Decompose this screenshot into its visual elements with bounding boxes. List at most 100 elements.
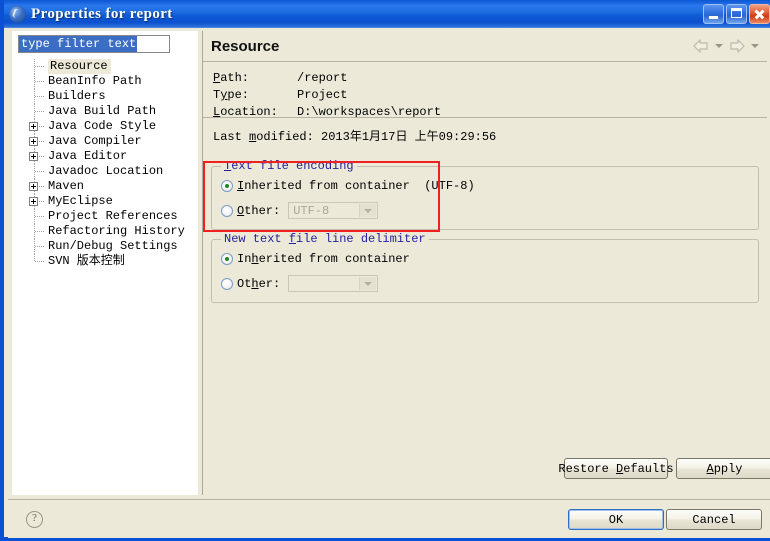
tree-item[interactable]: Run/Debug Settings bbox=[12, 239, 198, 254]
tree-item[interactable]: Builders bbox=[12, 89, 198, 104]
tree-item-label: Run/Debug Settings bbox=[48, 239, 178, 253]
tree-connector-horizontal bbox=[35, 171, 44, 172]
last-modified-label: Last modified: bbox=[213, 130, 322, 144]
encoding-combo-value: UTF-8 bbox=[293, 203, 330, 218]
window-title: Properties for report bbox=[31, 5, 173, 22]
last-modified-row: Last modified: 2013年1月17日 上午09:29:56 bbox=[213, 127, 496, 144]
encoding-other-label: Other: bbox=[237, 203, 281, 218]
tree-item-label: SVN 版本控制 bbox=[48, 254, 125, 268]
tree-connector-horizontal bbox=[35, 246, 44, 247]
delimiter-inherited-label: Inherited from container bbox=[237, 252, 410, 266]
tree-item[interactable]: Project References bbox=[12, 209, 198, 224]
tree-item[interactable]: Java Code Style bbox=[12, 119, 198, 134]
back-arrow-icon[interactable] bbox=[691, 37, 711, 55]
line-delimiter-group: New text file line delimiter Inherited f… bbox=[211, 232, 759, 303]
close-icon[interactable] bbox=[749, 4, 770, 24]
tree-item[interactable]: Java Compiler bbox=[12, 134, 198, 149]
encoding-other-option[interactable]: Other: UTF-8 bbox=[221, 202, 379, 219]
text-file-encoding-group: Text file encoding Inherited from contai… bbox=[211, 159, 759, 230]
expand-plus-icon[interactable] bbox=[29, 152, 38, 161]
tree-item-label: Javadoc Location bbox=[48, 164, 164, 178]
help-icon[interactable]: ? bbox=[26, 511, 43, 528]
forward-chevron-down-icon[interactable] bbox=[751, 44, 759, 48]
forward-arrow-icon[interactable] bbox=[727, 37, 747, 55]
apply-button[interactable]: Apply bbox=[676, 458, 770, 479]
path-value: /report bbox=[297, 71, 348, 85]
dialog-footer: ? OK Cancel bbox=[8, 499, 770, 538]
tree-connector-horizontal bbox=[35, 261, 44, 262]
page-nav bbox=[691, 37, 759, 55]
type-row: Type: Project bbox=[213, 88, 347, 102]
tree-connector-horizontal bbox=[35, 231, 44, 232]
maximize-icon[interactable] bbox=[726, 4, 747, 24]
expand-plus-icon[interactable] bbox=[29, 182, 38, 191]
restore-defaults-button[interactable]: Restore Defaults bbox=[558, 458, 674, 479]
delimiter-inherited-option[interactable]: Inherited from container bbox=[221, 252, 410, 266]
tree-connector-horizontal bbox=[35, 66, 44, 67]
properties-icon bbox=[9, 5, 26, 23]
filter-text-value: type filter text bbox=[19, 36, 138, 52]
dialog-client-area: type filter text Resource BeanInfo Path Bu… bbox=[8, 28, 770, 538]
expand-plus-icon[interactable] bbox=[29, 197, 38, 206]
ok-button[interactable]: OK bbox=[568, 509, 664, 530]
tree-item-label: Java Compiler bbox=[48, 134, 142, 148]
tree-item-label: Java Code Style bbox=[48, 119, 157, 133]
type-value: Project bbox=[297, 88, 348, 102]
radio-selected-icon[interactable] bbox=[221, 180, 233, 192]
encoding-inherited-label: Inherited from container (UTF-8) bbox=[237, 179, 475, 193]
tree-item-label: MyEclipse bbox=[48, 194, 113, 208]
tree-item-label: Builders bbox=[48, 89, 106, 103]
settings-tree[interactable]: Resource BeanInfo Path Builders Java Build … bbox=[12, 59, 198, 269]
delimiter-other-label: Other: bbox=[237, 276, 281, 291]
back-chevron-down-icon[interactable] bbox=[715, 44, 723, 48]
encoding-inherited-option[interactable]: Inherited from container (UTF-8) bbox=[221, 179, 475, 193]
path-row: Path: /report bbox=[213, 71, 347, 85]
chevron-down-icon[interactable] bbox=[359, 204, 377, 217]
last-modified-value: 2013年1月17日 上午09:29:56 bbox=[321, 130, 497, 144]
tree-item-label: Project References bbox=[48, 209, 178, 223]
title-bar[interactable]: Properties for report bbox=[4, 0, 770, 28]
info-divider bbox=[203, 117, 767, 118]
window-controls bbox=[703, 4, 770, 24]
minimize-icon[interactable] bbox=[703, 4, 724, 24]
delimiter-combo[interactable] bbox=[288, 275, 379, 292]
tree-item[interactable]: Javadoc Location bbox=[12, 164, 198, 179]
type-label: Type: bbox=[213, 88, 250, 102]
properties-dialog: Properties for report type filter text R… bbox=[0, 0, 770, 541]
tree-item-label: Java Build Path bbox=[48, 104, 157, 118]
search-input[interactable]: type filter text bbox=[18, 35, 170, 53]
expand-plus-icon[interactable] bbox=[29, 122, 38, 131]
window-frame: Properties for report type filter text R… bbox=[0, 0, 770, 541]
tree-item[interactable]: Maven bbox=[12, 179, 198, 194]
tree-item[interactable]: Java Editor bbox=[12, 149, 198, 164]
tree-item-label: Resource bbox=[48, 59, 111, 74]
radio-selected-icon[interactable] bbox=[221, 253, 233, 265]
page-title: Resource bbox=[211, 38, 280, 55]
tree-item[interactable]: BeanInfo Path bbox=[12, 74, 198, 89]
text-file-encoding-legend: Text file encoding bbox=[221, 159, 357, 173]
tree-connector-horizontal bbox=[35, 111, 44, 112]
encoding-combo[interactable]: UTF-8 bbox=[288, 202, 379, 219]
tree-item[interactable]: MyEclipse bbox=[12, 194, 198, 209]
tree-connector-horizontal bbox=[35, 216, 44, 217]
tree-item[interactable]: Refactoring History bbox=[12, 224, 198, 239]
tree-connector-horizontal bbox=[35, 96, 44, 97]
tree-item-label: Maven bbox=[48, 179, 85, 193]
tree-item[interactable]: Java Build Path bbox=[12, 104, 198, 119]
header-divider bbox=[203, 61, 767, 62]
tree-item[interactable]: Resource bbox=[12, 59, 198, 74]
expand-plus-icon[interactable] bbox=[29, 137, 38, 146]
tree-item[interactable]: SVN 版本控制 bbox=[12, 254, 198, 269]
radio-unselected-icon[interactable] bbox=[221, 277, 233, 290]
tree-item-label: Java Editor bbox=[48, 149, 128, 163]
cancel-button[interactable]: Cancel bbox=[666, 509, 762, 530]
page-header: Resource bbox=[203, 31, 767, 61]
radio-unselected-icon[interactable] bbox=[221, 204, 233, 217]
tree-connector-horizontal bbox=[35, 81, 44, 82]
settings-tree-pane: type filter text Resource BeanInfo Path Bu… bbox=[12, 31, 198, 495]
line-delimiter-legend: New text file line delimiter bbox=[221, 232, 429, 246]
path-label: Path: bbox=[213, 71, 250, 85]
chevron-down-icon[interactable] bbox=[359, 277, 377, 290]
tree-item-label: Refactoring History bbox=[48, 224, 185, 238]
delimiter-other-option[interactable]: Other: bbox=[221, 275, 379, 292]
